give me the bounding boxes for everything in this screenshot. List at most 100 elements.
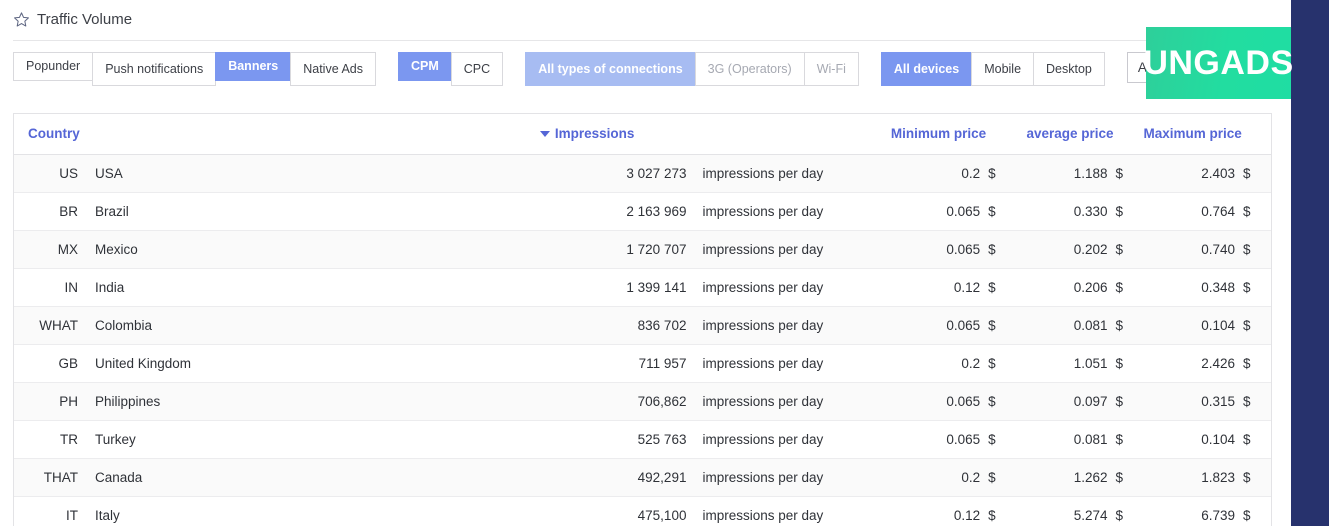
cell-minimum-price: 0.2$ — [889, 459, 1016, 497]
country-code: TR — [28, 432, 78, 447]
avg-price-value: 1.051 — [1074, 356, 1108, 371]
avg-price-value: 0.202 — [1074, 242, 1108, 257]
country-code: IN — [28, 280, 78, 295]
min-price-value: 0.065 — [946, 318, 980, 333]
filter-popunder[interactable]: Popunder — [13, 52, 93, 81]
filter-cpm[interactable]: CPM — [398, 52, 452, 81]
min-price-currency: $ — [980, 432, 1002, 447]
filter-all-devices[interactable]: All devices — [881, 52, 972, 86]
cell-average-price: 0.081$ — [1016, 307, 1143, 345]
table-row[interactable]: THATCanada492,291impressions per day0.2$… — [14, 459, 1271, 497]
traffic-table-body: USUSA3 027 273impressions per day0.2$1.1… — [14, 155, 1271, 526]
cell-impressions-unit: impressions per day — [686, 345, 888, 383]
cell-impressions-unit: impressions per day — [686, 307, 888, 345]
table-row[interactable]: MXMexico1 720 707impressions per day0.06… — [14, 231, 1271, 269]
cell-average-price: 0.081$ — [1016, 421, 1143, 459]
ad-format-filter-group: Popunder Push notifications Banners Nati… — [13, 52, 376, 86]
cell-maximum-price: 6.739$ — [1144, 497, 1271, 526]
table-row[interactable]: WHATColombia836 702impressions per day0.… — [14, 307, 1271, 345]
cell-country: INIndia — [14, 269, 540, 307]
avg-price-currency: $ — [1108, 242, 1130, 257]
filter-all-connections[interactable]: All types of connections — [525, 52, 695, 86]
avg-price-currency: $ — [1108, 470, 1130, 485]
cell-minimum-price: 0.2$ — [889, 345, 1016, 383]
avg-price-value: 5.274 — [1074, 508, 1108, 523]
filter-banners[interactable]: Banners — [215, 52, 291, 81]
table-row[interactable]: ITItaly475,100impressions per day0.12$5.… — [14, 497, 1271, 526]
cell-minimum-price: 0.065$ — [889, 421, 1016, 459]
country-name: Colombia — [95, 318, 152, 333]
column-header-country[interactable]: Country — [14, 114, 540, 155]
max-price-currency: $ — [1235, 508, 1257, 523]
min-price-currency: $ — [980, 204, 1002, 219]
cell-average-price: 0.202$ — [1016, 231, 1143, 269]
avg-price-currency: $ — [1108, 166, 1130, 181]
country-name: Brazil — [95, 204, 129, 219]
min-price-currency: $ — [980, 508, 1002, 523]
cell-impressions-unit: impressions per day — [686, 193, 888, 231]
cell-country: GBUnited Kingdom — [14, 345, 540, 383]
table-row[interactable]: GBUnited Kingdom711 957impressions per d… — [14, 345, 1271, 383]
cell-maximum-price: 1.823$ — [1144, 459, 1271, 497]
filter-3g-operators[interactable]: 3G (Operators) — [695, 52, 805, 86]
cell-impressions: 525 763 — [540, 421, 687, 459]
cell-minimum-price: 0.12$ — [889, 269, 1016, 307]
avg-price-value: 0.330 — [1074, 204, 1108, 219]
table-row[interactable]: TRTurkey525 763impressions per day0.065$… — [14, 421, 1271, 459]
table-row[interactable]: USUSA3 027 273impressions per day0.2$1.1… — [14, 155, 1271, 193]
max-price-currency: $ — [1235, 242, 1257, 257]
filter-cpc[interactable]: CPC — [451, 52, 503, 86]
min-price-value: 0.065 — [946, 432, 980, 447]
cell-impressions-unit: impressions per day — [686, 383, 888, 421]
connection-type-filter-group: All types of connections 3G (Operators) … — [525, 52, 859, 86]
table-row[interactable]: PHPhilippines706,862impressions per day0… — [14, 383, 1271, 421]
table-row[interactable]: BRBrazil2 163 969impressions per day0.06… — [14, 193, 1271, 231]
traffic-table-container: Country Impressions Minimum price averag… — [13, 113, 1272, 526]
avg-price-value: 1.262 — [1074, 470, 1108, 485]
max-price-value: 2.426 — [1201, 356, 1235, 371]
column-header-impressions-unit — [686, 114, 888, 155]
avg-price-currency: $ — [1108, 508, 1130, 523]
favorite-star-icon[interactable] — [13, 11, 30, 28]
filter-desktop[interactable]: Desktop — [1033, 52, 1105, 86]
min-price-value: 0.2 — [961, 356, 980, 371]
filter-push-notifications[interactable]: Push notifications — [92, 52, 216, 86]
filter-mobile[interactable]: Mobile — [971, 52, 1034, 86]
min-price-currency: $ — [980, 280, 1002, 295]
max-price-currency: $ — [1235, 280, 1257, 295]
cell-impressions-unit: impressions per day — [686, 155, 888, 193]
avg-price-currency: $ — [1108, 394, 1130, 409]
min-price-value: 0.065 — [946, 204, 980, 219]
country-code: THAT — [28, 470, 78, 485]
table-row[interactable]: INIndia1 399 141impressions per day0.12$… — [14, 269, 1271, 307]
max-price-value: 0.740 — [1201, 242, 1235, 257]
cell-average-price: 1.051$ — [1016, 345, 1143, 383]
column-header-maximum-price[interactable]: Maximum price — [1144, 114, 1271, 155]
filter-native-ads[interactable]: Native Ads — [290, 52, 376, 86]
column-header-average-price[interactable]: average price — [1016, 114, 1143, 155]
avg-price-value: 0.206 — [1074, 280, 1108, 295]
cell-impressions: 711 957 — [540, 345, 687, 383]
cell-minimum-price: 0.065$ — [889, 383, 1016, 421]
max-price-value: 1.823 — [1201, 470, 1235, 485]
min-price-value: 0.12 — [954, 280, 980, 295]
filter-wifi[interactable]: Wi-Fi — [804, 52, 859, 86]
country-code: PH — [28, 394, 78, 409]
min-price-currency: $ — [980, 318, 1002, 333]
country-name: United Kingdom — [95, 356, 191, 371]
cell-impressions: 475,100 — [540, 497, 687, 526]
cell-maximum-price: 2.426$ — [1144, 345, 1271, 383]
country-name: Italy — [95, 508, 120, 523]
column-header-impressions[interactable]: Impressions — [540, 114, 687, 155]
cell-country: THATCanada — [14, 459, 540, 497]
max-price-currency: $ — [1235, 394, 1257, 409]
avg-price-currency: $ — [1108, 280, 1130, 295]
avg-price-currency: $ — [1108, 318, 1130, 333]
column-header-minimum-price[interactable]: Minimum price — [889, 114, 1016, 155]
cell-impressions-unit: impressions per day — [686, 497, 888, 526]
country-code: MX — [28, 242, 78, 257]
cell-average-price: 1.188$ — [1016, 155, 1143, 193]
min-price-value: 0.065 — [946, 242, 980, 257]
cell-impressions: 3 027 273 — [540, 155, 687, 193]
cell-country: ITItaly — [14, 497, 540, 526]
